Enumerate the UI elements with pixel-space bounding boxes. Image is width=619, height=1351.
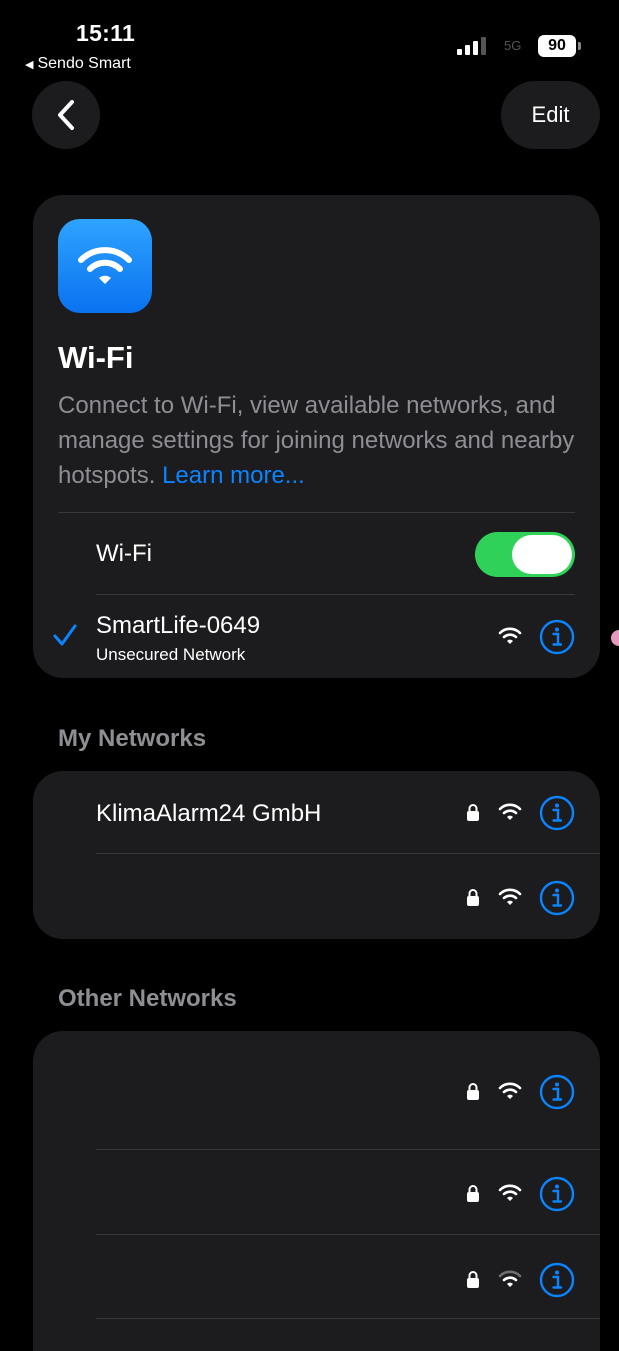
lock-icon: [467, 1083, 479, 1100]
connected-network-subtitle: Unsecured Network: [96, 645, 246, 664]
wifi-strength-icon: [498, 627, 522, 644]
wifi-weak-icon: [498, 1270, 522, 1287]
back-to-app-link[interactable]: ◀ Sendo Smart: [25, 55, 131, 73]
network-name[interactable]: KlimaAlarm24 GmbH: [96, 800, 321, 828]
checkmark-icon: [53, 624, 77, 646]
status-time: 15:11: [76, 20, 136, 46]
chevron-left-icon: [58, 100, 74, 130]
wifi-strength-icon: [498, 888, 522, 905]
wifi-toggle-label: Wi-Fi: [96, 540, 152, 567]
wifi-strength-icon: [498, 1082, 522, 1099]
divider: [96, 1234, 600, 1235]
wifi-toggle[interactable]: [475, 532, 575, 577]
divider: [96, 594, 575, 595]
toggle-knob: [512, 535, 572, 574]
touch-indicator: [611, 630, 619, 646]
lock-icon: [467, 1185, 479, 1202]
other-networks-heading: Other Networks: [58, 985, 237, 1012]
battery-indicator: 90: [538, 35, 576, 57]
connected-network-name[interactable]: SmartLife-0649: [96, 612, 260, 640]
info-icon[interactable]: [539, 619, 575, 655]
info-icon[interactable]: [539, 880, 575, 916]
back-app-label: Sendo Smart: [37, 55, 131, 72]
wifi-icon: [78, 247, 132, 284]
lock-icon: [467, 1271, 479, 1288]
description-text: Connect to Wi-Fi, view available network…: [58, 392, 575, 489]
back-triangle-icon: ◀: [25, 58, 34, 71]
wifi-strength-icon: [498, 1184, 522, 1201]
divider: [96, 853, 600, 854]
page-description: Connect to Wi-Fi, view available network…: [58, 388, 578, 493]
page-title: Wi-Fi: [58, 340, 134, 375]
wifi-app-icon: [58, 219, 152, 313]
network-type-label: 5G: [504, 38, 522, 53]
edit-button[interactable]: Edit: [501, 81, 600, 149]
lock-icon: [467, 889, 479, 906]
my-networks-heading: My Networks: [58, 725, 207, 752]
info-icon[interactable]: [539, 1074, 575, 1110]
battery-tip: [578, 42, 581, 50]
info-icon[interactable]: [539, 1262, 575, 1298]
my-networks-card: [33, 771, 600, 939]
wifi-strength-icon: [498, 803, 522, 820]
info-icon[interactable]: [539, 795, 575, 831]
back-button[interactable]: [32, 81, 100, 149]
divider: [96, 1149, 600, 1150]
learn-more-link[interactable]: Learn more...: [162, 462, 305, 489]
info-icon[interactable]: [539, 1176, 575, 1212]
cellular-signal-icon: [457, 37, 486, 55]
divider: [58, 512, 575, 513]
lock-icon: [467, 804, 479, 821]
divider: [96, 1318, 600, 1319]
